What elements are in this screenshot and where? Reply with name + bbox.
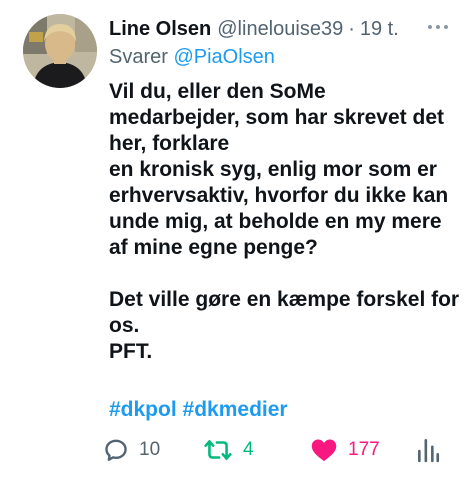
author-name[interactable]: Line Olsen bbox=[109, 18, 211, 41]
tweet-text-line: Vil du, eller den SoMe bbox=[109, 80, 326, 103]
tweet-text-line: af mine egne penge? bbox=[109, 236, 318, 259]
retweet-count: 4 bbox=[243, 439, 254, 460]
replying-to: Svarer @PiaOlsen bbox=[109, 46, 275, 69]
tweet-timestamp[interactable]: 19 t. bbox=[360, 18, 399, 41]
author-handle[interactable]: @linelouise39 bbox=[217, 18, 343, 41]
avatar[interactable] bbox=[23, 14, 97, 88]
tweet-text: Vil du, eller den SoMe medarbejder, som … bbox=[109, 79, 461, 365]
views-button[interactable] bbox=[416, 432, 440, 468]
separator-dot: · bbox=[348, 17, 355, 40]
retweet-arrows-icon bbox=[203, 437, 233, 463]
reply-count: 10 bbox=[139, 439, 161, 460]
tweet[interactable]: Line Olsen @linelouise39 · 19 t. Svarer … bbox=[0, 0, 474, 488]
tweet-text-line: her, forklare bbox=[109, 132, 230, 155]
heart-icon bbox=[310, 437, 338, 463]
replying-to-label: Svarer bbox=[109, 46, 168, 68]
tweet-actions: 10 4 177 bbox=[103, 432, 448, 468]
tweet-header: Line Olsen @linelouise39 · 19 t. bbox=[109, 14, 469, 44]
tweet-text-line: erhvervsaktiv, hvorfor du ikke kan bbox=[109, 184, 449, 207]
like-button[interactable]: 177 bbox=[310, 432, 380, 468]
tweet-text-line: Det ville gøre en kæmpe forskel for bbox=[109, 288, 460, 311]
tweet-text-line: en kronisk syg, enlig mor som er bbox=[109, 158, 437, 181]
hashtag-link[interactable]: #dkpol bbox=[109, 398, 177, 421]
retweet-button[interactable]: 4 bbox=[203, 432, 254, 468]
like-count: 177 bbox=[348, 439, 380, 460]
replying-to-mention[interactable]: @PiaOlsen bbox=[173, 46, 274, 68]
reply-bubble-icon bbox=[103, 437, 129, 463]
reply-button[interactable]: 10 bbox=[103, 432, 160, 468]
hashtag-link[interactable]: #dkmedier bbox=[183, 398, 288, 421]
tweet-text-line: os. bbox=[109, 314, 140, 337]
more-dots-icon[interactable] bbox=[428, 12, 448, 42]
tweet-text-line: unde mig, at beholde en my mere bbox=[109, 210, 442, 233]
tweet-text-line: medarbejder, som har skrevet det bbox=[109, 106, 444, 129]
hashtags: #dkpol #dkmedier bbox=[109, 398, 288, 422]
tweet-text-line: PFT. bbox=[109, 340, 153, 363]
views-bar-chart-icon bbox=[416, 437, 440, 463]
